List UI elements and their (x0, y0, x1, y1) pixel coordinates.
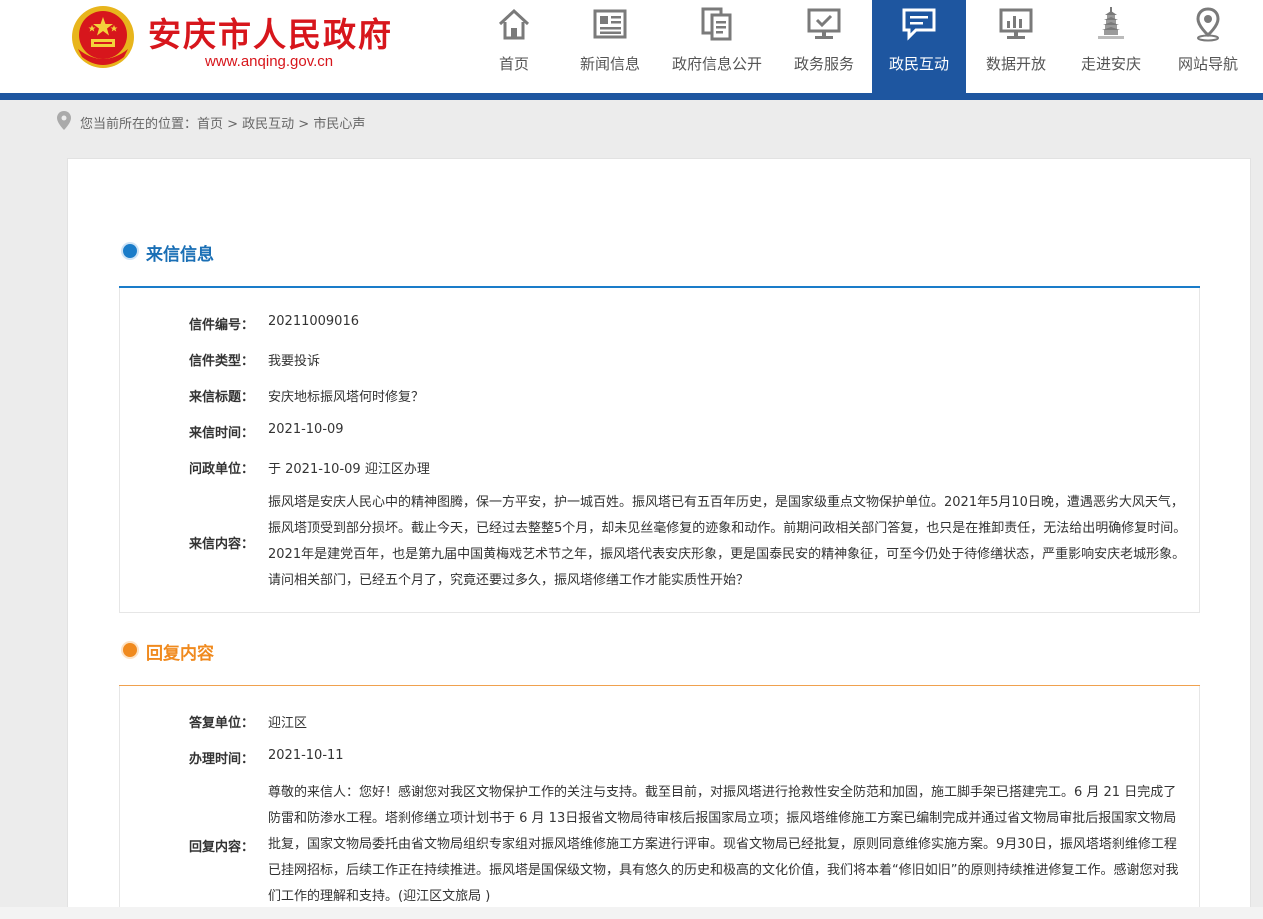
field-label: 办理时间： (188, 752, 254, 767)
section-title: 来信信息 (146, 245, 214, 265)
reply-info-panel: 答复单位： 迎江区 办理时间： 2021-10-11 回复内容： 尊敬的来信人：… (119, 686, 1200, 919)
nav-label: 走进安庆 (1080, 55, 1141, 73)
field-label: 答复单位： (188, 716, 254, 731)
site-url[interactable]: www.anqing.gov.cn (205, 53, 333, 70)
map-pin-icon (1196, 7, 1220, 42)
nav-label: 新闻信息 (579, 55, 640, 73)
nav-gov-info[interactable]: 政府信息公开 (668, 0, 766, 93)
field-row: 回复内容： 尊敬的来信人：您好！感谢您对我区文物保护工作的关注与支持。截至目前，… (120, 780, 1201, 919)
nav-home[interactable]: 首页 (466, 0, 562, 93)
field-label: 来信内容： (188, 537, 254, 552)
reply-unit-value: 迎江区 (268, 716, 308, 731)
national-emblem-logo[interactable] (68, 3, 138, 73)
nav-label: 数据开放 (985, 55, 1046, 73)
section-title: 回复内容 (146, 644, 214, 664)
nav-interaction[interactable]: 政民互动 (872, 0, 966, 93)
documents-icon (701, 7, 732, 41)
letter-info-panel: 信件编号： 20211009016 信件类型： 我要投诉 来信标题： 安庆地标振… (119, 288, 1200, 613)
letter-type-value: 我要投诉 (268, 354, 321, 369)
nav-label: 政府信息公开 (671, 55, 762, 73)
field-row: 来信内容： 振风塔是安庆人民心中的精神图腾，保一方平安，护一城百姓。振风塔已有五… (120, 490, 1201, 594)
nav-label: 政民互动 (888, 55, 949, 73)
handling-unit-value: 于 2021-10-09 迎江区办理 (268, 462, 430, 477)
nav-site-map[interactable]: 网站导航 (1160, 0, 1256, 93)
reply-content-text: 尊敬的来信人：您好！感谢您对我区文物保护工作的关注与支持。截至目前，对振风塔进行… (268, 785, 1179, 904)
location-pin-icon (57, 111, 71, 130)
section-bullet-icon (123, 244, 137, 258)
field-label: 来信标题： (188, 390, 254, 405)
nav-label: 网站导航 (1177, 55, 1238, 73)
main-content-card: 来信信息 信件编号： 20211009016 信件类型： 我要投诉 来信标题： … (67, 158, 1251, 919)
header-divider (0, 93, 1263, 100)
bar-chart-icon (999, 8, 1033, 39)
letter-title-value: 安庆地标振风塔何时修复？ (268, 390, 425, 405)
field-label: 回复内容： (188, 840, 254, 855)
site-header: 安庆市人民政府 www.anqing.gov.cn 首页 新闻信息 政府信息公开… (0, 0, 1263, 93)
letter-number-value: 20211009016 (268, 314, 359, 329)
field-label: 信件类型： (188, 354, 254, 369)
nav-open-data[interactable]: 数据开放 (968, 0, 1064, 93)
news-icon (593, 9, 627, 39)
letter-date-value: 2021-10-09 (268, 422, 344, 437)
nav-label: 政务服务 (793, 55, 854, 73)
field-label: 问政单位： (188, 462, 254, 477)
site-title[interactable]: 安庆市人民政府 (148, 8, 393, 56)
section-bullet-icon (123, 643, 137, 657)
nav-gov-service[interactable]: 政务服务 (776, 0, 872, 93)
nav-news[interactable]: 新闻信息 (562, 0, 658, 93)
nav-label: 首页 (498, 55, 529, 73)
page-bottom-strip (0, 907, 1263, 919)
reply-date-value: 2021-10-11 (268, 748, 344, 763)
home-icon (498, 8, 530, 40)
pagoda-icon (1098, 7, 1124, 39)
field-label: 信件编号： (188, 318, 254, 333)
nav-about-anqing[interactable]: 走进安庆 (1063, 0, 1159, 93)
field-label: 来信时间： (188, 426, 254, 441)
breadcrumb-text[interactable]: 您当前所在的位置：首页 > 政民互动 > 市民心声 (80, 113, 365, 132)
chat-icon (902, 8, 936, 41)
letter-content-text: 振风塔是安庆人民心中的精神图腾，保一方平安，护一城百姓。振风塔已有五百年历史，是… (268, 495, 1187, 588)
monitor-check-icon (807, 8, 841, 39)
